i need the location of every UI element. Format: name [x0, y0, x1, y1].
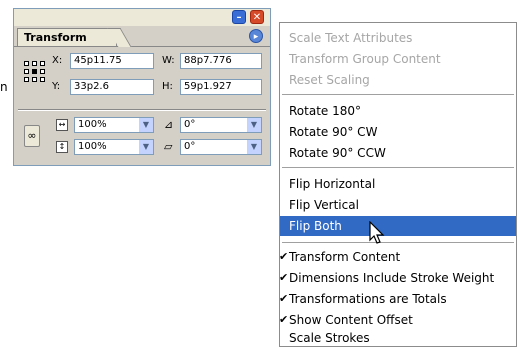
rotation-icon: ⊿ — [164, 118, 174, 131]
menu-item-flip-vertical[interactable]: Flip Vertical — [280, 195, 516, 215]
scale-x-icon: ↔ — [56, 119, 68, 131]
menu-separator — [282, 94, 514, 95]
menu-item-label: Dimensions Include Stroke Weight — [289, 271, 495, 285]
menu-item-rotate-90-cw[interactable]: Rotate 90° CW — [280, 122, 516, 142]
shear-dropdown[interactable]: 0° ▼ — [180, 139, 262, 155]
tab-transform[interactable]: Transform — [17, 28, 117, 46]
panel-divider — [18, 109, 266, 111]
reference-point-icon[interactable] — [24, 61, 46, 83]
x-label: X: — [52, 55, 63, 66]
scale-x-value: 100% — [78, 119, 107, 130]
scale-x-dropdown[interactable]: 100% ▼ — [74, 117, 154, 133]
transform-panel-menu: Scale Text Attributes Transform Group Co… — [279, 22, 517, 347]
checkmark-icon: ✔ — [279, 271, 289, 284]
menu-item-scale-strokes[interactable]: Scale Strokes — [280, 328, 516, 348]
menu-item-scale-text-attributes[interactable]: Scale Text Attributes — [280, 28, 516, 48]
panel-titlebar[interactable]: – ✕ — [14, 9, 270, 26]
w-field[interactable]: 88p7.776 — [180, 53, 262, 69]
checkmark-icon: ✔ — [279, 250, 289, 263]
shear-icon: ▱ — [164, 140, 173, 153]
menu-item-dimensions-include-stroke-weight[interactable]: ✔ Dimensions Include Stroke Weight — [279, 268, 516, 288]
menu-item-flip-both[interactable]: Flip Both — [280, 216, 516, 236]
menu-item-label: Show Content Offset — [289, 313, 413, 327]
h-field[interactable]: 59p1.927 — [180, 79, 262, 95]
y-label: Y: — [52, 81, 61, 92]
scale-y-icon: ↕ — [56, 141, 68, 153]
stray-text: n — [0, 80, 8, 94]
menu-item-transform-group-content[interactable]: Transform Group Content — [280, 49, 516, 69]
menu-item-show-content-offset[interactable]: ✔ Show Content Offset — [279, 310, 516, 330]
y-field[interactable]: 33p2.6 — [70, 79, 154, 95]
menu-item-rotate-90-ccw[interactable]: Rotate 90° CCW — [280, 143, 516, 163]
chevron-down-icon[interactable]: ▼ — [139, 140, 153, 154]
mouse-pointer-icon — [369, 221, 385, 244]
menu-separator — [282, 167, 514, 168]
menu-item-transform-content[interactable]: ✔ Transform Content — [279, 247, 516, 267]
w-label: W: — [162, 55, 175, 66]
menu-item-reset-scaling[interactable]: Reset Scaling — [280, 70, 516, 90]
menu-item-flip-horizontal[interactable]: Flip Horizontal — [280, 174, 516, 194]
scale-y-dropdown[interactable]: 100% ▼ — [74, 139, 154, 155]
minimize-icon[interactable]: – — [232, 10, 246, 24]
menu-item-rotate-180[interactable]: Rotate 180° — [280, 101, 516, 121]
chevron-down-icon[interactable]: ▼ — [247, 140, 261, 154]
menu-separator — [282, 242, 514, 243]
panel-menu-button[interactable]: ▸ — [249, 29, 263, 43]
h-label: H: — [162, 81, 173, 92]
transform-panel: – ✕ Transform ▸ X: 45p11.75 W: 88p7.776 … — [13, 8, 271, 166]
menu-item-label: Transform Content — [289, 250, 401, 264]
shear-value: 0° — [184, 141, 196, 152]
x-field[interactable]: 45p11.75 — [70, 53, 154, 69]
scale-y-value: 100% — [78, 141, 107, 152]
checkmark-icon: ✔ — [279, 313, 289, 326]
menu-item-label: Transformations are Totals — [289, 292, 447, 306]
constrain-proportions-icon[interactable]: ∞ — [24, 125, 40, 147]
menu-item-transformations-are-totals[interactable]: ✔ Transformations are Totals — [279, 289, 516, 309]
checkmark-icon: ✔ — [279, 292, 289, 305]
chevron-down-icon[interactable]: ▼ — [247, 118, 261, 132]
rotation-value: 0° — [184, 119, 196, 130]
tab-row: Transform — [14, 26, 270, 47]
rotation-dropdown[interactable]: 0° ▼ — [180, 117, 262, 133]
close-icon[interactable]: ✕ — [250, 10, 264, 24]
chevron-down-icon[interactable]: ▼ — [139, 118, 153, 132]
